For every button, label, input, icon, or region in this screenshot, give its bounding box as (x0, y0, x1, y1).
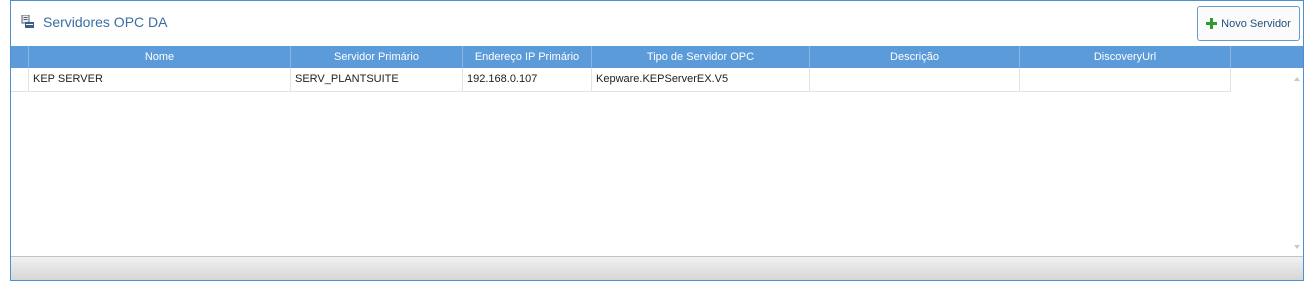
col-header-filler (1231, 46, 1303, 68)
col-header-nome[interactable]: Nome (29, 46, 291, 68)
plus-icon (1206, 18, 1218, 29)
col-header-descricao[interactable]: Descrição (810, 46, 1020, 68)
scroll-down-icon[interactable] (1294, 245, 1300, 249)
cell-discovery-url (1020, 68, 1231, 91)
cell-nome: KEP SERVER (29, 68, 291, 91)
col-header-discovery-url[interactable]: DiscoveryUrl (1020, 46, 1231, 68)
new-server-label: Novo Servidor (1221, 17, 1291, 30)
page-title: Servidores OPC DA (43, 14, 168, 30)
grid-footer (11, 256, 1303, 280)
col-header-servidor-primario[interactable]: Servidor Primário (291, 46, 463, 68)
grid-header: Nome Servidor Primário Endereço IP Primá… (11, 46, 1303, 68)
vertical-scrollbar[interactable] (1291, 68, 1303, 256)
scroll-up-icon[interactable] (1294, 77, 1300, 81)
cell-endereco-ip: 192.168.0.107 (463, 68, 592, 91)
col-header-endereco-ip[interactable]: Endereço IP Primário (463, 46, 592, 68)
col-header-tipo-servidor[interactable]: Tipo de Servidor OPC (592, 46, 810, 68)
cell-servidor-primario: SERV_PLANTSUITE (291, 68, 463, 91)
cell-descricao (810, 68, 1020, 91)
col-header-selector (11, 46, 29, 68)
panel-header: Servidores OPC DA Novo Servidor (11, 1, 1303, 46)
cell-tipo-servidor: Kepware.KEPServerEX.V5 (592, 68, 810, 91)
opc-servers-panel: Servidores OPC DA Novo Servidor Nome Ser… (10, 0, 1304, 281)
new-server-button[interactable]: Novo Servidor (1197, 6, 1300, 41)
opc-server-icon (21, 14, 34, 28)
table-row[interactable]: KEP SERVER SERV_PLANTSUITE 192.168.0.107… (11, 68, 1231, 92)
row-selector[interactable] (11, 68, 29, 91)
grid-body: KEP SERVER SERV_PLANTSUITE 192.168.0.107… (11, 68, 1303, 256)
